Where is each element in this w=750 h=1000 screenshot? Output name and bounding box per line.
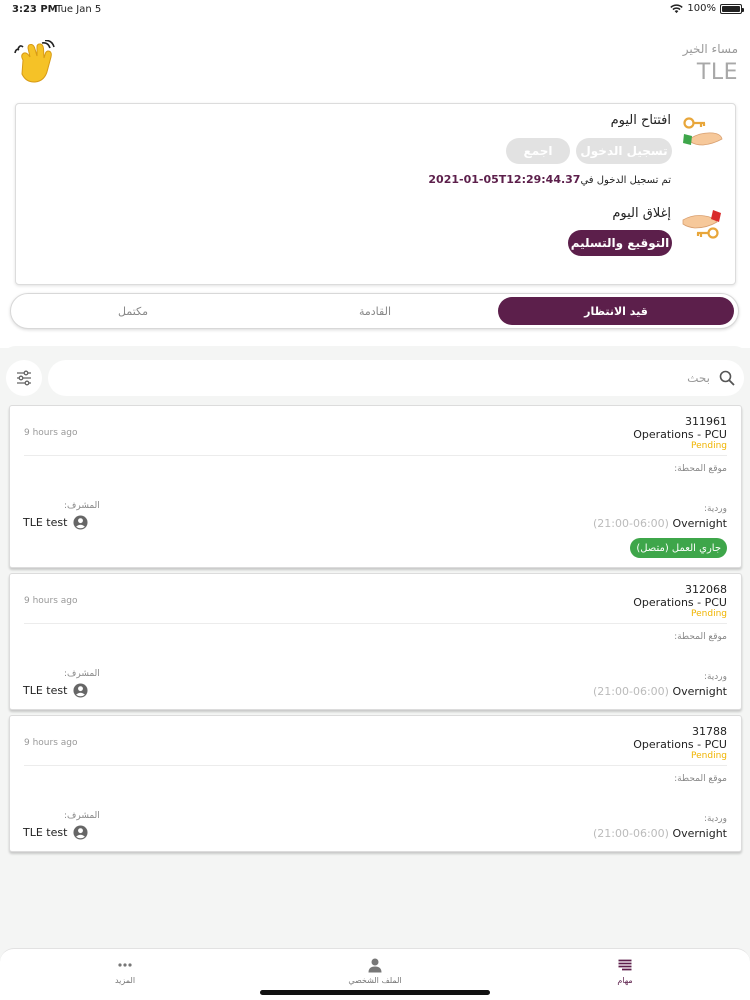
tab-upcoming[interactable]: القادمة	[257, 297, 493, 325]
task-time-ago: 9 hours ago	[24, 428, 78, 438]
nav-profile-label: الملف الشخصي	[348, 976, 402, 985]
status-badge: Pending	[691, 751, 727, 761]
shift-value: (21:00-06:00) Overnight	[593, 685, 727, 698]
home-indicator	[260, 990, 490, 995]
search-box	[48, 360, 744, 396]
person-icon	[73, 825, 88, 840]
day-close-title: إغلاق اليوم	[612, 206, 671, 221]
status-time: 3:23 PM	[12, 4, 58, 15]
battery-percentage: 100%	[687, 3, 716, 14]
checkin-timestamp: 2021-01-05T12:29:44.37	[428, 173, 581, 186]
card-divider	[24, 455, 727, 456]
checkin-info: تم تسجيل الدخول في2021-01-05T12:29:44.37	[428, 173, 671, 186]
greeting-text: مساء الخير	[682, 42, 738, 56]
task-department: Operations - PCU	[633, 738, 727, 751]
status-date: Tue Jan 5	[56, 4, 102, 15]
nav-tasks[interactable]: مهام	[585, 957, 665, 985]
status-bar: 3:23 PM Tue Jan 5 100%	[0, 0, 750, 20]
shift-label: وردية:	[703, 672, 727, 682]
sign-handover-button[interactable]: التوقيع والتسليم	[568, 230, 672, 256]
key-hand-icon	[683, 117, 723, 146]
search-icon	[719, 370, 735, 386]
shift-value: (21:00-06:00) Overnight	[593, 517, 727, 530]
greeting: مساء الخير TLE	[683, 42, 738, 85]
task-card[interactable]: 311961 Operations - PCU Pending 9 hours …	[9, 405, 742, 568]
supervisor-label: المشرف:	[64, 501, 100, 511]
task-card[interactable]: 31788 Operations - PCU Pending 9 hours a…	[9, 715, 742, 852]
shift-name: Overnight	[672, 827, 727, 840]
key-hand-icon	[682, 210, 721, 239]
top-area: مساء الخير TLE افتتاح اليوم تسجيل الدخول…	[0, 20, 750, 348]
card-divider	[24, 623, 727, 624]
shift-hours: (21:00-06:00)	[592, 517, 669, 530]
wifi-icon	[670, 3, 684, 13]
supervisor-label: المشرف:	[64, 669, 100, 679]
task-time-ago: 9 hours ago	[24, 738, 78, 748]
supervisor-name: TLE test	[23, 684, 68, 697]
checkin-button[interactable]: تسجيل الدخول	[576, 138, 672, 164]
nav-more-label: المزيد	[114, 976, 136, 985]
task-department: Operations - PCU	[633, 596, 727, 609]
working-status-badge: جاري العمل (متصل)	[630, 538, 727, 558]
person-icon	[73, 683, 88, 698]
task-id: 31788	[692, 725, 727, 738]
tab-pending[interactable]: قيد الانتظار	[498, 297, 734, 325]
profile-icon	[368, 958, 382, 973]
nav-tasks-label: مهام	[617, 976, 633, 985]
tab-complete[interactable]: مكتمل	[15, 297, 251, 325]
shift-name: Overnight	[672, 685, 727, 698]
shift-hours: (21:00-06:00)	[592, 827, 669, 840]
day-card: افتتاح اليوم تسجيل الدخول اجمع تم تسجيل …	[15, 103, 736, 285]
task-id: 311961	[685, 415, 727, 428]
battery-icon	[720, 3, 744, 14]
task-card[interactable]: 312068 Operations - PCU Pending 9 hours …	[9, 573, 742, 710]
task-list-area: 311961 Operations - PCU Pending 9 hours …	[0, 346, 750, 948]
day-open-title: افتتاح اليوم	[610, 113, 671, 128]
status-badge: Pending	[691, 441, 727, 451]
station-location-label: موقع المحطة:	[674, 632, 727, 642]
card-divider	[24, 765, 727, 766]
shift-name: Overnight	[672, 517, 727, 530]
supervisor-name: TLE test	[23, 516, 68, 529]
checkin-prefix: تم تسجيل الدخول في	[580, 175, 671, 186]
task-department: Operations - PCU	[633, 428, 727, 441]
shift-label: وردية:	[703, 504, 727, 514]
task-time-ago: 9 hours ago	[24, 596, 78, 606]
task-tabs: قيد الانتظار القادمة مكتمل	[10, 293, 739, 329]
shift-value: (21:00-06:00) Overnight	[593, 827, 727, 840]
task-id: 312068	[685, 583, 727, 596]
status-badge: Pending	[691, 609, 727, 619]
supervisor-name: TLE test	[23, 826, 68, 839]
filter-button[interactable]	[6, 360, 42, 396]
filter-icon	[17, 370, 31, 386]
collect-button[interactable]: اجمع	[506, 138, 570, 164]
person-icon	[73, 515, 88, 530]
tasks-icon	[618, 959, 632, 971]
more-icon	[118, 963, 132, 967]
station-location-label: موقع المحطة:	[674, 774, 727, 784]
supervisor: TLE test	[23, 825, 88, 840]
shift-label: وردية:	[703, 814, 727, 824]
supervisor: TLE test	[23, 683, 88, 698]
supervisor-label: المشرف:	[64, 811, 100, 821]
supervisor: TLE test	[23, 515, 88, 530]
shift-hours: (21:00-06:00)	[592, 685, 669, 698]
nav-more[interactable]: المزيد	[85, 957, 165, 985]
search-input[interactable]	[90, 360, 710, 396]
user-name: TLE	[696, 60, 738, 85]
status-indicators: 100%	[670, 3, 744, 14]
nav-profile[interactable]: الملف الشخصي	[335, 957, 415, 985]
station-location-label: موقع المحطة:	[674, 464, 727, 474]
waving-hand-icon	[14, 40, 55, 83]
